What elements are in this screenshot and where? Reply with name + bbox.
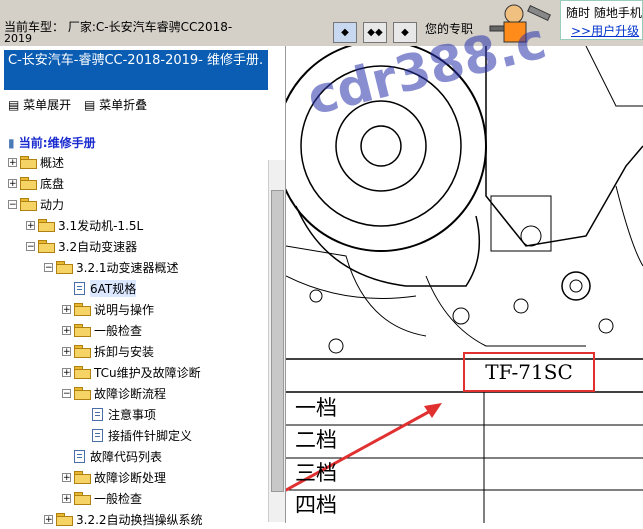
tree-item-label: 3.2.2自动换挡操纵系统 bbox=[76, 512, 203, 527]
nav-split-button[interactable]: ◆◆ bbox=[363, 22, 387, 43]
tree-item[interactable]: 6AT规格 bbox=[62, 278, 137, 298]
promo-box: 随时 随地手机 >>用户升级 bbox=[560, 0, 643, 40]
folder-icon bbox=[74, 387, 91, 400]
tree-item[interactable]: +3.1发动机-1.5L bbox=[26, 215, 143, 235]
tree-item[interactable]: + 说明与操作 bbox=[62, 299, 154, 319]
top-toolbar: 当前车型： 厂家:C-长安汽车睿骋CC2018- 2019 ◆ ◆◆ ◆ 您的专… bbox=[0, 0, 643, 46]
folder-icon bbox=[74, 345, 91, 358]
folder-icon bbox=[38, 240, 55, 253]
tree-item-label: 一般检查 bbox=[94, 491, 143, 506]
menu-collapse-button[interactable]: ▤ 菜单折叠 bbox=[84, 96, 147, 113]
tree-item-label: 概述 bbox=[40, 155, 65, 170]
tree-item[interactable]: − 3.2.1动变速器概述 bbox=[44, 257, 179, 277]
page-icon bbox=[74, 281, 85, 295]
tree-item-label: 一般检查 bbox=[94, 323, 143, 338]
tree-item-label: 接插件针脚定义 bbox=[108, 428, 193, 443]
expand-toggle-icon[interactable]: + bbox=[62, 346, 71, 356]
folder-icon bbox=[38, 219, 55, 232]
tree-item[interactable]: 接插件针脚定义 bbox=[80, 425, 192, 445]
collapse-toggle-icon[interactable]: − bbox=[44, 262, 53, 272]
upgrade-link[interactable]: >>用户升级 bbox=[571, 22, 639, 39]
folder-icon bbox=[20, 156, 37, 169]
tree-item[interactable]: + TCu维护及故障诊断 bbox=[62, 362, 201, 382]
current-location-label: 当前:维修手册 bbox=[18, 136, 96, 150]
folder-icon bbox=[74, 492, 91, 505]
gear-label-4: 四档 bbox=[295, 493, 337, 517]
tree-item[interactable]: − 3.2自动变速器 bbox=[26, 236, 137, 256]
tree-item[interactable]: + 一般检查 bbox=[62, 488, 142, 508]
tree-item-label: 动力 bbox=[40, 197, 65, 212]
expand-toggle-icon[interactable]: + bbox=[62, 493, 71, 503]
gear-label-3: 三档 bbox=[295, 461, 337, 485]
nav-last-button[interactable]: ◆ bbox=[393, 22, 417, 43]
gear-label-1: 一档 bbox=[295, 396, 337, 420]
expand-toggle-icon[interactable]: + bbox=[62, 367, 71, 377]
folder-icon bbox=[74, 366, 91, 379]
tree-item-label: 拆卸与安装 bbox=[94, 344, 155, 359]
expand-toggle-icon[interactable]: + bbox=[62, 472, 71, 482]
expand-toggle-icon[interactable]: + bbox=[62, 325, 71, 335]
folder-icon bbox=[74, 471, 91, 484]
collapse-icon: ▤ bbox=[84, 98, 96, 112]
tree-item[interactable]: − 故障诊断流程 bbox=[62, 383, 166, 403]
tree-item[interactable]: + 故障诊断处理 bbox=[62, 467, 166, 487]
folder-icon bbox=[56, 513, 73, 526]
collapse-toggle-icon[interactable]: − bbox=[26, 241, 35, 251]
current-location: ▮ 当前:维修手册 bbox=[8, 134, 96, 151]
menu-expand-label: 菜单展开 bbox=[23, 98, 72, 112]
tree-item[interactable]: + 概述 bbox=[8, 152, 64, 172]
menu-expand-button[interactable]: ▤ 菜单展开 bbox=[8, 96, 71, 113]
page-icon bbox=[92, 428, 103, 442]
scrollbar-thumb[interactable] bbox=[271, 190, 284, 492]
tree-item-label: 3.1发动机-1.5L bbox=[58, 218, 144, 233]
nav-first-button[interactable]: ◆ bbox=[333, 22, 357, 43]
tree-item-label: 故障诊断处理 bbox=[94, 470, 167, 485]
folder-icon bbox=[74, 303, 91, 316]
gear-label-2: 二档 bbox=[295, 428, 337, 452]
tree-item-label: 6AT规格 bbox=[90, 279, 137, 297]
database-icon: ▮ bbox=[8, 136, 15, 150]
tree-item-label: TCu维护及故障诊断 bbox=[94, 365, 201, 380]
tree-item-label: 3.2.1动变速器概述 bbox=[76, 260, 179, 275]
expand-toggle-icon[interactable]: + bbox=[44, 514, 53, 524]
expand-toggle-icon[interactable]: + bbox=[8, 157, 17, 167]
expand-toggle-icon[interactable]: + bbox=[62, 304, 71, 314]
tree-item[interactable]: − 动力 bbox=[8, 194, 64, 214]
tree-item-label: 注意事项 bbox=[108, 407, 157, 422]
tree-item-label: 3.2自动变速器 bbox=[58, 239, 138, 254]
tree-item-label: 故障代码列表 bbox=[90, 449, 163, 464]
expand-toggle-icon[interactable]: + bbox=[8, 178, 17, 188]
collapse-toggle-icon[interactable]: − bbox=[8, 199, 17, 209]
tree-item[interactable]: 注意事项 bbox=[80, 404, 156, 424]
folder-icon bbox=[74, 324, 91, 337]
expand-icon: ▤ bbox=[8, 98, 20, 112]
tree-scrollbar[interactable] bbox=[268, 160, 285, 522]
menu-collapse-label: 菜单折叠 bbox=[99, 98, 148, 112]
tree-item[interactable]: + 底盘 bbox=[8, 173, 64, 193]
tree-item-label: 说明与操作 bbox=[94, 302, 155, 317]
tree-item[interactable]: + 拆卸与安装 bbox=[62, 341, 154, 361]
tree-item[interactable]: 故障代码列表 bbox=[62, 446, 162, 466]
folder-icon bbox=[56, 261, 73, 274]
folder-icon bbox=[20, 198, 37, 211]
page-icon bbox=[92, 407, 103, 421]
tree-item-label: 底盘 bbox=[40, 176, 65, 191]
folder-icon bbox=[20, 177, 37, 190]
tree-item-label: 故障诊断流程 bbox=[94, 386, 167, 401]
expand-toggle-icon[interactable]: + bbox=[26, 220, 35, 230]
collapse-toggle-icon[interactable]: − bbox=[62, 388, 71, 398]
vehicle-model-label-cont: 2019 bbox=[4, 33, 32, 45]
transmission-model-header: TF-71SC bbox=[463, 352, 595, 392]
page-icon bbox=[74, 449, 85, 463]
tree-item[interactable]: + 一般检查 bbox=[62, 320, 142, 340]
navigation-panel: C-长安汽车-睿骋CC-2018-2019- 维修手册. ▤ 菜单展开 ▤ 菜单… bbox=[0, 46, 286, 527]
promo-line: 随时 随地手机 bbox=[566, 6, 642, 20]
vehicle-model-label: 当前车型： 厂家:C-长安汽车睿骋CC2018- bbox=[4, 20, 233, 34]
tree-item[interactable]: +3.2.2自动换挡操纵系统 bbox=[44, 509, 203, 529]
manual-title: C-长安汽车-睿骋CC-2018-2019- 维修手册. bbox=[4, 50, 268, 90]
